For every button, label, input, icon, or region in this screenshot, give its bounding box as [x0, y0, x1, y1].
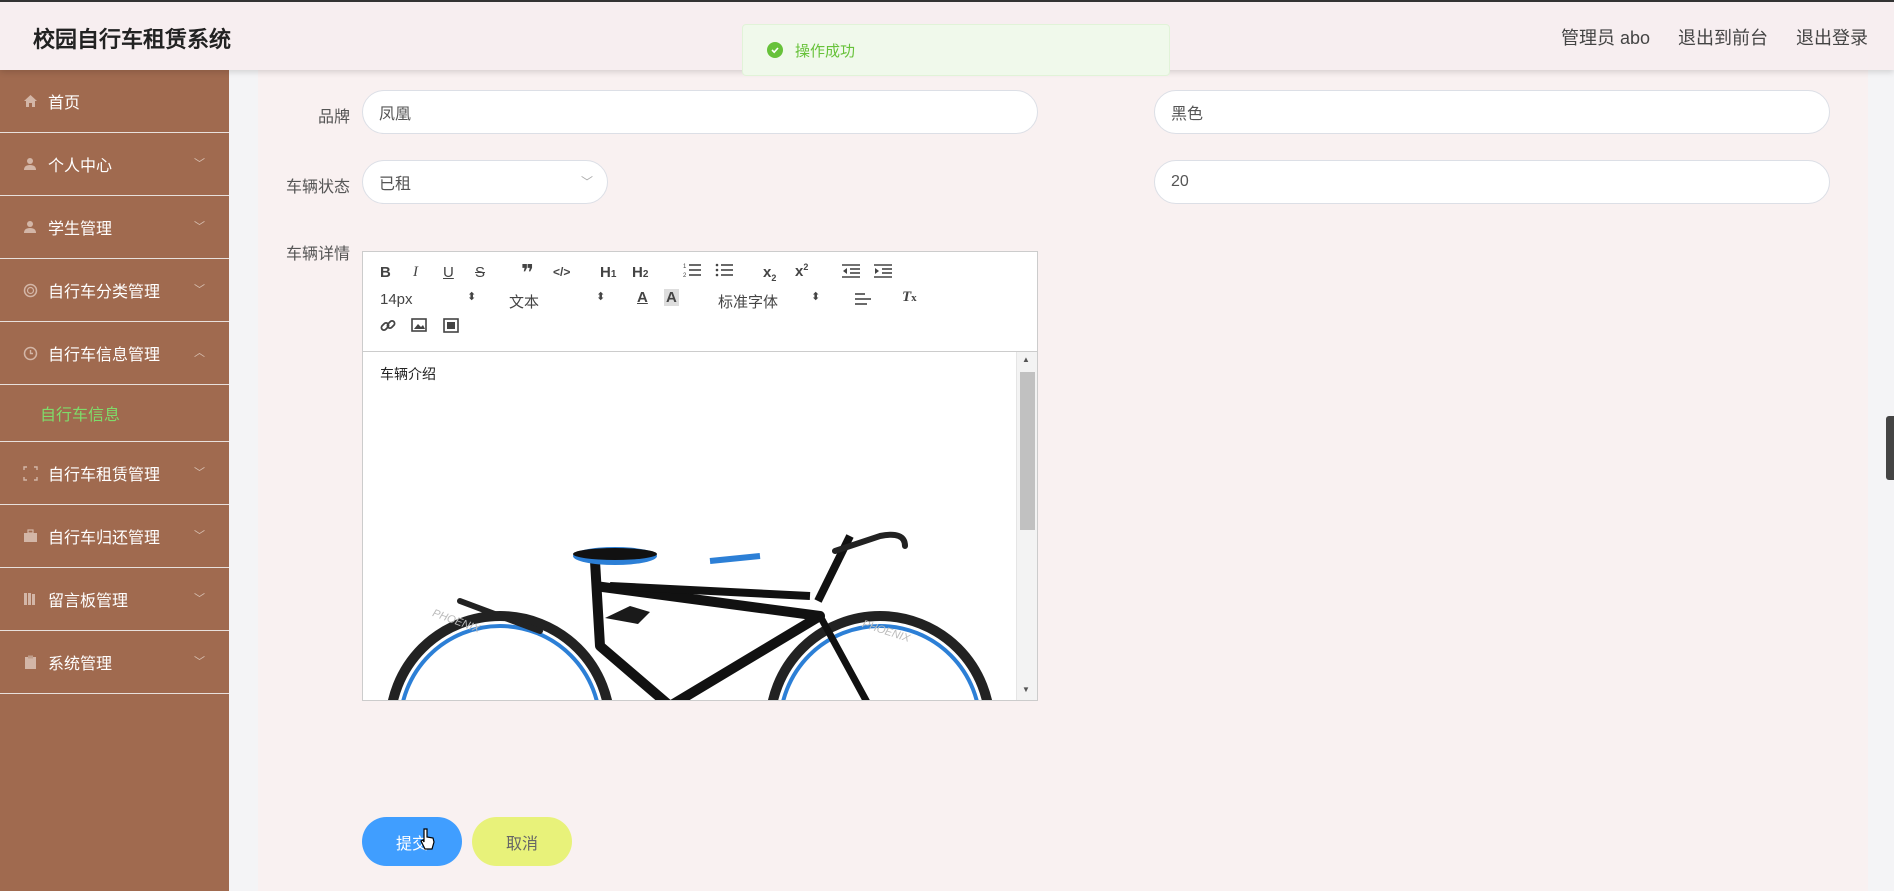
font-color-icon[interactable]: A: [637, 289, 648, 306]
home-icon: [22, 93, 38, 109]
chevron-down-icon: ﹀: [194, 530, 205, 542]
code-icon[interactable]: </>: [553, 265, 570, 279]
bike-image: PHOENIX PHOENIX PHOENIX: [380, 386, 998, 700]
scroll-up-icon[interactable]: ▲: [1022, 355, 1030, 364]
sidebar: 首页 个人中心 ﹀ 学生管理 ﹀ 自行车分类管理 ﹀ 自行车信息管理 ︿ 自行车…: [0, 70, 229, 891]
color-input[interactable]: 黑色: [1154, 90, 1830, 134]
user-icon: [22, 156, 38, 172]
align-left-icon[interactable]: [855, 292, 871, 310]
sidebar-item-return-management[interactable]: 自行车归还管理 ﹀: [0, 505, 229, 568]
main-content: 品牌 凤凰 颜色 黑色 车辆状态 已租 ﹀ 租赁时价 20 车辆详情 B I U…: [258, 70, 1868, 891]
font-size-select[interactable]: 14px: [380, 291, 413, 308]
content-title: 车辆介绍: [380, 366, 436, 382]
ordered-list-icon[interactable]: 12: [683, 262, 701, 282]
clock-icon: [22, 345, 38, 361]
book-icon: [22, 591, 38, 607]
sidebar-item-system[interactable]: 系统管理 ﹀: [0, 631, 229, 694]
logout-link[interactable]: 退出登录: [1796, 24, 1868, 50]
back-to-front-link[interactable]: 退出到前台: [1678, 24, 1768, 50]
image-icon[interactable]: [411, 318, 427, 336]
cancel-button[interactable]: 取消: [472, 817, 572, 866]
circle-icon: [22, 282, 38, 298]
header-2-icon[interactable]: H2: [632, 264, 648, 281]
sidebar-item-label: 个人中心: [48, 158, 113, 175]
sidebar-item-label: 自行车归还管理: [48, 530, 161, 547]
sidebar-item-label: 首页: [48, 95, 81, 112]
admin-user-label: 管理员 abo: [1560, 28, 1650, 48]
clear-format-icon[interactable]: Tx: [902, 289, 917, 306]
bullet-list-icon[interactable]: [715, 262, 733, 282]
scrollbar-thumb[interactable]: [1020, 372, 1035, 530]
subscript-icon[interactable]: x2: [763, 264, 776, 283]
blockquote-icon[interactable]: ❞: [521, 260, 534, 286]
outdent-icon[interactable]: [842, 263, 860, 283]
bold-icon[interactable]: B: [380, 264, 391, 281]
user-icon: [22, 219, 38, 235]
frame-icon: [22, 465, 38, 481]
sidebar-item-label: 系统管理: [48, 656, 113, 673]
indent-icon[interactable]: [874, 263, 892, 283]
submit-button[interactable]: 提交: [362, 817, 462, 866]
sidebar-item-label: 自行车分类管理: [48, 284, 161, 301]
brand-label: 品牌: [317, 109, 350, 126]
svg-text:2: 2: [683, 273, 687, 278]
briefcase-icon: [22, 528, 38, 544]
video-icon[interactable]: [443, 318, 459, 337]
price-input[interactable]: 20: [1154, 160, 1830, 204]
status-select[interactable]: 已租 ﹀: [362, 160, 608, 204]
sidebar-item-label: 自行车信息管理: [48, 347, 161, 364]
font-family-select[interactable]: 标准字体: [718, 291, 778, 312]
header-1-icon[interactable]: H1: [600, 264, 616, 281]
link-icon[interactable]: [380, 318, 396, 338]
select-arrows-icon: ⬍: [811, 291, 821, 303]
sidebar-item-bike-info-management[interactable]: 自行车信息管理 ︿: [0, 322, 229, 385]
brand-input[interactable]: 凤凰: [362, 90, 1038, 134]
chevron-down-icon: ﹀: [580, 175, 593, 189]
block-format-select[interactable]: 文本: [509, 291, 539, 312]
status-label: 车辆状态: [285, 179, 350, 196]
sidebar-item-bike-category[interactable]: 自行车分类管理 ﹀: [0, 259, 229, 322]
sidebar-item-label: 自行车租赁管理: [48, 467, 161, 484]
editor-scrollbar[interactable]: ▲ ▼: [1016, 352, 1037, 700]
side-drawer-handle[interactable]: [1886, 416, 1894, 480]
header-actions: 管理员 abo 退出到前台 退出登录: [1561, 24, 1868, 50]
sidebar-item-profile[interactable]: 个人中心 ﹀: [0, 133, 229, 196]
hand-cursor-icon: [420, 828, 436, 855]
italic-icon[interactable]: I: [413, 264, 418, 281]
sidebar-subitem-bike-info[interactable]: 自行车信息: [0, 385, 229, 442]
chevron-down-icon: ﹀: [194, 284, 205, 296]
chevron-up-icon: ︿: [194, 347, 205, 359]
strike-icon[interactable]: S: [475, 264, 485, 281]
sidebar-item-students[interactable]: 学生管理 ﹀: [0, 196, 229, 259]
chevron-down-icon: ﹀: [194, 158, 205, 170]
superscript-icon[interactable]: x2: [795, 262, 808, 280]
sidebar-item-rental-management[interactable]: 自行车租赁管理 ﹀: [0, 442, 229, 505]
svg-text:1: 1: [683, 264, 687, 270]
app-title: 校园自行车租赁系统: [33, 27, 232, 52]
select-arrows-icon: ⬍: [467, 291, 477, 303]
underline-icon[interactable]: U: [443, 264, 454, 281]
editor-toolbar: B I U S ❞ </> H1 H2 12 x2 x2 14px ⬍ 文本 ⬍…: [363, 252, 1037, 352]
detail-label: 车辆详情: [285, 246, 350, 263]
rich-text-editor: B I U S ❞ </> H1 H2 12 x2 x2 14px ⬍ 文本 ⬍…: [362, 251, 1038, 701]
sidebar-item-label: 学生管理: [48, 221, 113, 238]
editor-content[interactable]: 车辆介绍 PHOENIX PHOENIX PHOENIX: [363, 352, 1016, 700]
sidebar-item-message-board[interactable]: 留言板管理 ﹀: [0, 568, 229, 631]
chevron-down-icon: ﹀: [194, 221, 205, 233]
scroll-down-icon[interactable]: ▼: [1022, 685, 1030, 694]
chevron-down-icon: ﹀: [194, 467, 205, 479]
background-color-icon[interactable]: A: [664, 289, 679, 306]
success-toast: 操作成功: [742, 24, 1170, 76]
chevron-down-icon: ﹀: [194, 593, 205, 605]
sidebar-item-label: 留言板管理: [48, 593, 129, 610]
check-circle-icon: [767, 42, 783, 58]
toast-message: 操作成功: [795, 42, 856, 60]
sidebar-item-home[interactable]: 首页: [0, 70, 229, 133]
select-arrows-icon: ⬍: [596, 291, 606, 303]
chevron-down-icon: ﹀: [194, 656, 205, 668]
status-selected-value: 已租: [379, 176, 412, 193]
clipboard-icon: [22, 654, 38, 670]
